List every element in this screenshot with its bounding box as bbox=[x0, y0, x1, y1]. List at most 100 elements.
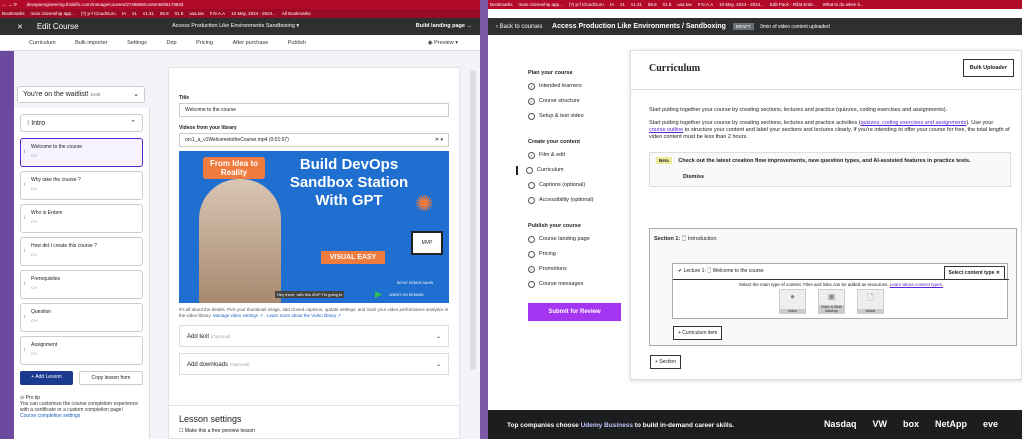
back-link[interactable]: ‹ Back to courses bbox=[496, 24, 542, 30]
lesson-item[interactable]: ⁝ Prerequisites CH bbox=[20, 270, 143, 299]
bookmark-item[interactable]: IA bbox=[122, 9, 126, 18]
udemy-business-link[interactable]: Udemy Business bbox=[581, 422, 633, 429]
course-title-dropdown[interactable]: Access Production Like Environments Sand… bbox=[172, 18, 299, 35]
lesson-item[interactable]: ⁝ Assignment CH bbox=[20, 336, 143, 365]
curriculum-item-button[interactable]: + Curriculum item bbox=[673, 326, 723, 340]
bookmark-item[interactable]: F.N.A.A bbox=[698, 0, 713, 9]
nav-item[interactable]: Captions (optional) bbox=[528, 181, 628, 190]
manage-video-link[interactable]: Manage video settings ↗ bbox=[213, 313, 263, 318]
forward-icon[interactable]: → bbox=[8, 2, 13, 7]
bookmark-item[interactable]: (?) p-f CloudGuru bbox=[569, 0, 604, 9]
clear-icon[interactable]: ✕ ▾ bbox=[435, 134, 443, 147]
bookmark-item[interactable]: 10 May, 2024 - 2024... bbox=[719, 0, 764, 9]
bookmark-item[interactable]: usa tax bbox=[677, 0, 692, 9]
bookmark-item[interactable]: mais citizenship app... bbox=[519, 0, 563, 9]
bookmark-item[interactable]: 01.8 bbox=[663, 0, 672, 9]
tab-settings[interactable]: Settings bbox=[127, 35, 147, 51]
submit-review-button[interactable]: Submit for Review bbox=[528, 303, 621, 321]
drag-handle-icon[interactable]: ⁝ bbox=[24, 182, 26, 188]
chapter-intro[interactable]: ⁝ Intro ⌃ bbox=[20, 114, 143, 132]
address-bar[interactable]: ← → ⟳ devopsengineering.thinkific.com/ma… bbox=[0, 0, 480, 9]
lesson-item[interactable]: ⁝ Question CH bbox=[20, 303, 143, 332]
lecture-title[interactable]: ✔ Lecture 1: 🗋 Welcome to the course bbox=[678, 268, 764, 276]
dismiss-button[interactable]: Dismiss bbox=[683, 174, 1004, 180]
content-type-option[interactable]: ▣ Video & Slide Mashup bbox=[818, 289, 845, 314]
bookmark-item[interactable]: F.N.A.A bbox=[210, 9, 225, 18]
lesson-item[interactable]: ⁝ Who is Erdem CH bbox=[20, 204, 143, 233]
nav-item[interactable]: Accessibility (optional) bbox=[528, 196, 628, 205]
bulk-uploader-button[interactable]: Bulk Uploader bbox=[962, 59, 1014, 77]
bookmark-item[interactable]: (?) p-f CloudGuru bbox=[81, 9, 116, 18]
nav-item[interactable]: Setup & test video bbox=[528, 112, 628, 121]
bookmark-item[interactable]: s1.31 bbox=[143, 9, 154, 18]
copy-lesson-button[interactable]: Copy lesson from bbox=[79, 371, 143, 385]
nav-item[interactable]: ✓ Promotions bbox=[528, 265, 628, 274]
drag-handle-icon[interactable]: ⁝ bbox=[24, 248, 26, 254]
content-type-option[interactable]: 🗋 Article bbox=[857, 289, 884, 314]
bookmark-item[interactable]: s1.31 bbox=[631, 0, 642, 9]
content-type-option[interactable]: ● Video bbox=[779, 289, 806, 314]
video-select[interactable]: orc1_a_v1WelcometotheCourse.mp4 (0:01:07… bbox=[179, 133, 449, 147]
pro-tip-link[interactable]: Course completion settings bbox=[20, 413, 143, 419]
select-content-type-tab[interactable]: Select content type ✕ bbox=[943, 266, 1005, 279]
drag-handle-icon[interactable]: ⁝ bbox=[24, 149, 26, 155]
add-lesson-button[interactable]: + Add Lesson bbox=[20, 371, 73, 385]
nav-item[interactable]: Curriculum bbox=[516, 166, 628, 175]
tab-bulk-importer[interactable]: Bulk importer bbox=[75, 35, 107, 51]
reload-icon[interactable]: ⟳ bbox=[14, 2, 18, 7]
nav-item[interactable]: ✓ Intended learners bbox=[528, 82, 628, 91]
title-input[interactable]: Welcome to the course bbox=[179, 103, 449, 117]
practice-link[interactable]: quizzes, coding exercises and assignment… bbox=[861, 120, 967, 126]
bookmark-item[interactable]: 01.8 bbox=[175, 9, 184, 18]
bookmark-item[interactable]: s1 bbox=[620, 0, 625, 9]
nav-item[interactable]: Course messages bbox=[528, 280, 628, 289]
bookmark-item[interactable]: What to do when li... bbox=[823, 0, 864, 9]
add-text-accordion[interactable]: Add text (Optional) ⌄ bbox=[179, 325, 449, 347]
tab-publish[interactable]: Publish bbox=[288, 35, 306, 51]
beta-alert: Beta Check out the latest creation flow … bbox=[649, 152, 1011, 187]
bookmark-item[interactable]: 10 May, 2024 - 2024... bbox=[231, 9, 276, 18]
build-landing-button[interactable]: Build landing page → bbox=[416, 18, 472, 35]
bookmark-item[interactable]: All Bookmarks bbox=[282, 9, 311, 18]
nav-item[interactable]: Course landing page bbox=[528, 235, 628, 244]
tab-curriculum[interactable]: Curriculum bbox=[29, 35, 56, 51]
nav-item[interactable]: ✓ Course structure bbox=[528, 97, 628, 106]
learn-video-link[interactable]: Learn more about the Video library ↗ bbox=[267, 313, 341, 318]
section-title[interactable]: Section 1: 🗋 Introduction bbox=[654, 235, 717, 244]
bookmark-item[interactable]: 05.8 bbox=[160, 9, 169, 18]
lesson-item[interactable]: ⁝ Why take the course ? CH bbox=[20, 171, 143, 200]
content-types-link[interactable]: Learn about content types. bbox=[890, 282, 943, 287]
bookmark-item[interactable]: Bookmarks bbox=[2, 9, 25, 18]
bookmark-item[interactable]: Edit Pack - Rifat Erde... bbox=[770, 0, 817, 9]
add-section-button[interactable]: + Section bbox=[650, 355, 681, 369]
bookmark-item[interactable]: s1 bbox=[132, 9, 137, 18]
drag-handle-icon[interactable]: ⁝ bbox=[27, 120, 29, 127]
bookmark-item[interactable]: IA bbox=[610, 0, 614, 9]
tab-after-purchase[interactable]: After purchase bbox=[232, 35, 268, 51]
scrollbar[interactable] bbox=[470, 70, 476, 370]
drag-handle-icon[interactable]: ⁝ bbox=[24, 281, 26, 287]
close-icon[interactable]: ✕ bbox=[17, 24, 23, 31]
video-thumbnail[interactable]: From Idea to Reality Build DevOps Sandbo… bbox=[179, 151, 449, 303]
bookmark-item[interactable]: 05.8 bbox=[648, 0, 657, 9]
bookmark-item[interactable]: mais citizenship app... bbox=[31, 9, 75, 18]
bookmark-item[interactable]: usa tax bbox=[189, 9, 204, 18]
lesson-item[interactable]: ⁝ How did I create this course ? CH bbox=[20, 237, 143, 266]
drag-handle-icon[interactable]: ⁝ bbox=[24, 314, 26, 320]
preview-button[interactable]: ◉ Preview ▾ bbox=[428, 35, 458, 51]
tab-drip[interactable]: Drip bbox=[166, 35, 176, 51]
free-preview-checkbox[interactable]: ☐ Make this a free preview lesson bbox=[179, 428, 449, 434]
back-icon[interactable]: ← bbox=[2, 2, 7, 7]
nav-item[interactable]: ✓ Film & edit bbox=[528, 151, 628, 160]
add-downloads-accordion[interactable]: Add downloads (Optional) ⌄ bbox=[179, 353, 449, 375]
nav-item[interactable]: Pricing bbox=[528, 250, 628, 259]
lesson-item[interactable]: ⁝ Welcome to the course CH bbox=[20, 138, 143, 167]
drag-handle-icon[interactable]: ⁝ bbox=[24, 215, 26, 221]
drag-handle-icon[interactable]: ⁝ bbox=[24, 347, 26, 353]
address-text[interactable]: devopsengineering.thinkific.com/manage/c… bbox=[27, 2, 184, 7]
waitlist-banner[interactable]: You're on the waitlist! Draft ⌄ bbox=[17, 86, 145, 103]
bookmark-item[interactable]: Bookmarks bbox=[490, 0, 513, 9]
course-outline-link[interactable]: course outline bbox=[649, 127, 683, 133]
play-icon[interactable]: ▶ bbox=[375, 289, 382, 300]
tab-pricing[interactable]: Pricing bbox=[196, 35, 213, 51]
